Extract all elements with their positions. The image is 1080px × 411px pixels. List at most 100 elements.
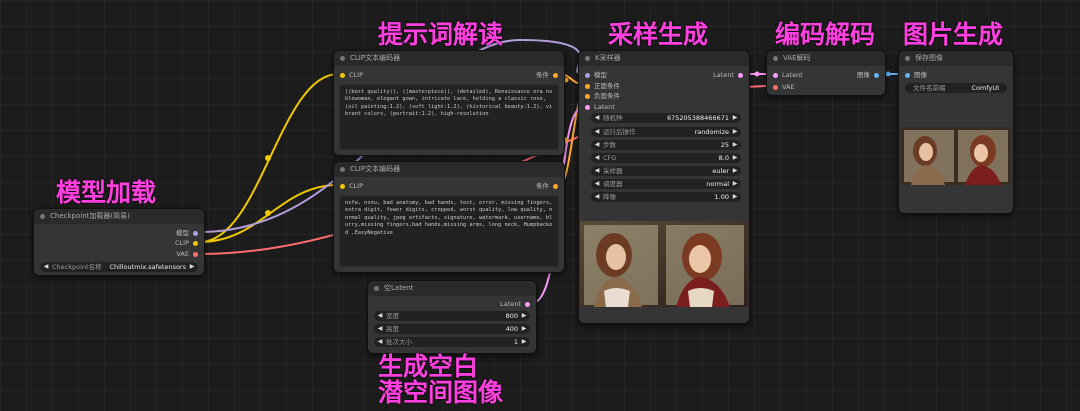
output-slot-conditioning[interactable]: 条件 xyxy=(536,181,558,191)
output-slot-latent[interactable]: Latent xyxy=(713,70,743,80)
input-slot-positive[interactable]: 正面条件 xyxy=(585,81,620,91)
node-collapse-dot-icon[interactable] xyxy=(340,167,345,172)
vae-decode-node[interactable]: VAE解码 Latent 图像 VAE xyxy=(766,50,886,96)
arrow-right-icon[interactable]: ▶ xyxy=(188,262,196,272)
arrow-left-icon[interactable]: ◀ xyxy=(593,153,601,163)
model-pin-icon[interactable] xyxy=(585,72,590,78)
output-slot-image[interactable]: 图像 xyxy=(857,70,879,80)
node-title-bar[interactable]: K采样器 xyxy=(579,51,749,66)
node-title: CLIP文本编码器 xyxy=(350,165,401,173)
node-title-bar[interactable]: Checkpoint加载器(简易) xyxy=(34,209,204,224)
arrow-right-icon[interactable]: ▶ xyxy=(731,166,739,176)
arrow-left-icon[interactable]: ◀ xyxy=(593,166,601,176)
arrow-right-icon[interactable]: ▶ xyxy=(731,192,739,202)
batch-size-widget[interactable]: ◀ 批次大小 1 ▶ xyxy=(374,337,530,347)
portrait-painting-icon xyxy=(580,221,748,307)
arrow-left-icon[interactable]: ◀ xyxy=(593,140,601,150)
annotation-sampling: 采样生成 xyxy=(608,20,709,49)
output-slot-clip[interactable]: CLIP xyxy=(175,238,198,248)
portrait-painting-icon xyxy=(901,127,1011,185)
conditioning-pin-icon[interactable] xyxy=(585,83,590,89)
node-title-bar[interactable]: 保存图像 xyxy=(899,51,1013,66)
arrow-right-icon[interactable]: ▶ xyxy=(731,113,739,123)
negative-prompt-textarea[interactable]: nsfw, nsnu, bad anatomy, bad hands, text… xyxy=(339,195,559,267)
clip-pin-icon[interactable] xyxy=(340,183,345,189)
input-slot-model[interactable]: 模型 xyxy=(585,70,607,80)
seed-widget[interactable]: ◀ 随机种 675205388466671 ▶ xyxy=(591,113,741,123)
checkpoint-loader-node[interactable]: Checkpoint加载器(简易) 模型 CLIP VAE ◀ Checkpoi… xyxy=(33,208,205,276)
arrow-left-icon[interactable]: ◀ xyxy=(42,262,50,272)
output-slot-model[interactable]: 模型 xyxy=(176,228,198,238)
arrow-right-icon[interactable]: ▶ xyxy=(520,311,528,321)
arrow-left-icon[interactable]: ◀ xyxy=(593,113,601,123)
filename-prefix-input[interactable]: 文件名前缀 ComfyUI xyxy=(905,83,1007,93)
latent-pin-icon[interactable] xyxy=(738,72,743,78)
arrow-right-icon[interactable]: ▶ xyxy=(731,179,739,189)
latent-pin-icon[interactable] xyxy=(773,72,778,78)
annotation-codec: 编码解码 xyxy=(775,20,876,49)
positive-prompt-textarea[interactable]: ((best quality)), ((masterpiece)), (deta… xyxy=(339,84,559,150)
clip-pin-icon[interactable] xyxy=(340,72,345,78)
steps-widget[interactable]: ◀ 步数 25 ▶ xyxy=(591,140,741,150)
arrow-left-icon[interactable]: ◀ xyxy=(593,127,601,137)
arrow-right-icon[interactable]: ▶ xyxy=(520,324,528,334)
latent-pin-icon[interactable] xyxy=(585,104,590,110)
height-widget[interactable]: ◀ 高度 400 ▶ xyxy=(374,324,530,334)
ksampler-node[interactable]: K采样器 模型 Latent 正面条件 负面条件 Latent ◀ 随机种 67… xyxy=(578,50,750,324)
annotation-empty-latent-line2: 潜空间图像 xyxy=(378,378,504,407)
arrow-right-icon[interactable]: ▶ xyxy=(520,337,528,347)
arrow-left-icon[interactable]: ◀ xyxy=(376,324,384,334)
clip-text-encode-negative-node[interactable]: CLIP文本编码器 CLIP 条件 nsfw, nsnu, bad anatom… xyxy=(333,161,565,273)
arrow-left-icon[interactable]: ◀ xyxy=(376,337,384,347)
model-pin-icon[interactable] xyxy=(193,230,198,236)
node-collapse-dot-icon[interactable] xyxy=(585,56,590,61)
image-pin-icon[interactable] xyxy=(905,72,910,78)
node-collapse-dot-icon[interactable] xyxy=(340,56,345,61)
width-widget[interactable]: ◀ 宽度 800 ▶ xyxy=(374,311,530,321)
image-pin-icon[interactable] xyxy=(874,72,879,78)
input-slot-clip[interactable]: CLIP xyxy=(340,70,363,80)
annotation-prompt: 提示词解读 xyxy=(378,20,504,49)
clip-pin-icon[interactable] xyxy=(193,240,198,246)
input-slot-clip[interactable]: CLIP xyxy=(340,181,363,191)
latent-pin-icon[interactable] xyxy=(525,301,530,307)
node-title-bar[interactable]: VAE解码 xyxy=(767,51,885,66)
input-slot-latent[interactable]: Latent xyxy=(773,70,803,80)
clip-text-encode-positive-node[interactable]: CLIP文本编码器 CLIP 条件 ((best quality)), ((ma… xyxy=(333,50,565,156)
sampler-widget[interactable]: ◀ 采样器 euler ▶ xyxy=(591,166,741,176)
conditioning-pin-icon[interactable] xyxy=(553,183,558,189)
vae-pin-icon[interactable] xyxy=(193,251,198,257)
empty-latent-node[interactable]: 空Latent Latent ◀ 宽度 800 ▶ ◀ 高度 400 ▶ ◀ 批… xyxy=(367,280,537,354)
input-slot-image[interactable]: 图像 xyxy=(905,70,927,80)
conditioning-pin-icon[interactable] xyxy=(585,93,590,99)
node-title-bar[interactable]: CLIP文本编码器 xyxy=(334,162,564,177)
vae-pin-icon[interactable] xyxy=(773,84,778,90)
output-slot-latent[interactable]: Latent xyxy=(500,299,530,309)
arrow-left-icon[interactable]: ◀ xyxy=(593,179,601,189)
node-collapse-dot-icon[interactable] xyxy=(905,56,910,61)
arrow-left-icon[interactable]: ◀ xyxy=(376,311,384,321)
output-slot-vae[interactable]: VAE xyxy=(176,249,198,259)
node-title-bar[interactable]: 空Latent xyxy=(368,281,536,296)
node-collapse-dot-icon[interactable] xyxy=(773,56,778,61)
conditioning-pin-icon[interactable] xyxy=(553,72,558,78)
arrow-left-icon[interactable]: ◀ xyxy=(593,192,601,202)
input-slot-latent[interactable]: Latent xyxy=(585,102,615,112)
output-slot-conditioning[interactable]: 条件 xyxy=(536,70,558,80)
input-slot-negative[interactable]: 负面条件 xyxy=(585,91,620,101)
node-title-bar[interactable]: CLIP文本编码器 xyxy=(334,51,564,66)
input-slot-vae[interactable]: VAE xyxy=(773,82,795,92)
cfg-widget[interactable]: ◀ CFG 8.0 ▶ xyxy=(591,153,741,163)
checkpoint-name-combo[interactable]: ◀ Checkpoint名称 Chilloutmix.safetensors ▶ xyxy=(40,262,198,272)
node-collapse-dot-icon[interactable] xyxy=(40,214,45,219)
denoise-widget[interactable]: ◀ 降噪 1.00 ▶ xyxy=(591,192,741,202)
save-image-node[interactable]: 保存图像 图像 文件名前缀 ComfyUI xyxy=(898,50,1014,214)
arrow-right-icon[interactable]: ▶ xyxy=(731,127,739,137)
arrow-right-icon[interactable]: ▶ xyxy=(731,153,739,163)
scheduler-widget[interactable]: ◀ 调度器 normal ▶ xyxy=(591,179,741,189)
node-title: Checkpoint加载器(简易) xyxy=(50,212,130,220)
arrow-right-icon[interactable]: ▶ xyxy=(731,140,739,150)
node-collapse-dot-icon[interactable] xyxy=(374,286,379,291)
control-after-generate-widget[interactable]: ◀ 运行后操作 randomize ▶ xyxy=(591,127,741,137)
node-title: 保存图像 xyxy=(915,54,943,62)
